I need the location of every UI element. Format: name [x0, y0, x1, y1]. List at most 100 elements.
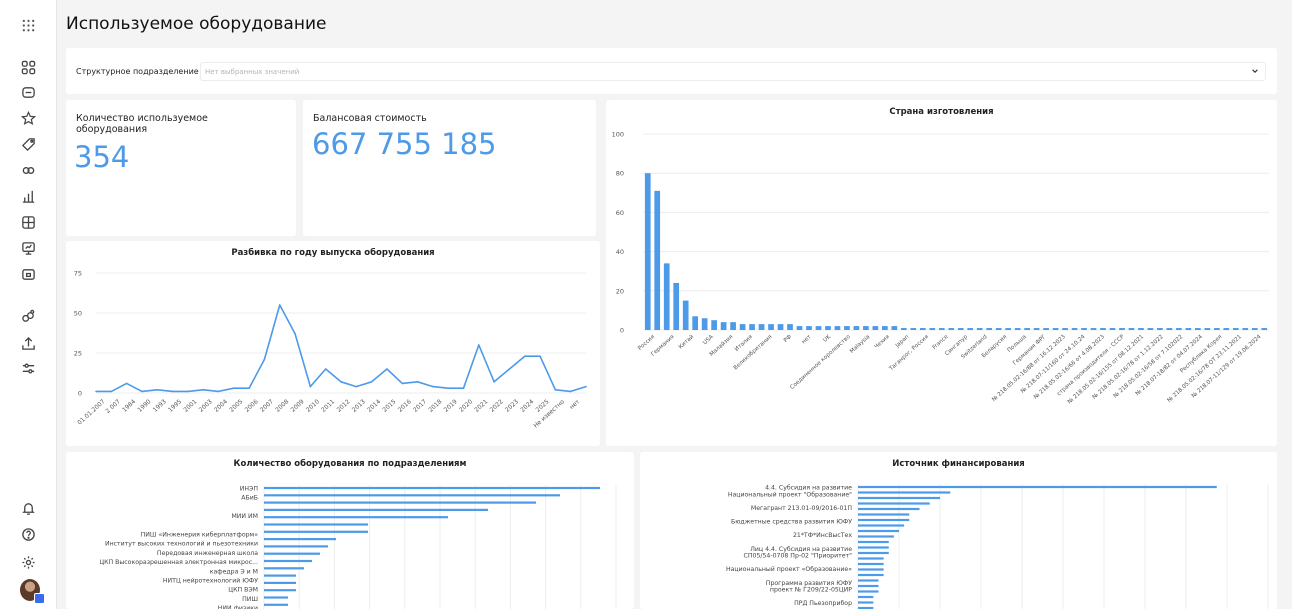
- x-tick-label: Китай: [677, 333, 695, 350]
- folder-icon[interactable]: [18, 264, 38, 284]
- bar: [858, 557, 884, 560]
- bar: [858, 491, 951, 494]
- data-point: [416, 381, 419, 383]
- help-icon[interactable]: [18, 524, 38, 544]
- sidebar: [0, 0, 57, 609]
- chart-icon[interactable]: [18, 186, 38, 206]
- bar: [768, 324, 774, 330]
- x-tick-label: 2018: [427, 398, 443, 414]
- category-label: ПРД Пьезоприбор: [794, 599, 852, 607]
- bar: [929, 328, 936, 330]
- data-point: [554, 389, 557, 391]
- x-tick-label: 2001: [182, 398, 198, 414]
- bar: [1014, 328, 1021, 330]
- x-tick-label: Таганрог, Россия: [888, 334, 930, 373]
- bar: [654, 190, 661, 330]
- settings-sliders-icon[interactable]: [18, 358, 38, 378]
- bar: [796, 326, 803, 330]
- page-title: Используемое оборудование: [66, 14, 327, 34]
- funding-chart: 4.4. Субсидия на развитиеНациональный пр…: [726, 484, 1269, 609]
- bar: [858, 529, 899, 533]
- bar: [858, 573, 884, 577]
- tag-icon[interactable]: [18, 134, 38, 154]
- data-point: [187, 390, 189, 393]
- bell-icon[interactable]: [18, 498, 38, 518]
- bar: [858, 496, 940, 500]
- x-tick-label: нет: [801, 334, 813, 346]
- category-label: АБиБ: [241, 495, 258, 502]
- bar: [858, 502, 930, 505]
- bar: [834, 326, 841, 330]
- bar: [264, 545, 328, 548]
- x-tick-label: Чехия: [874, 334, 891, 350]
- x-tick-label: 01.01.2007: [76, 398, 106, 426]
- bar: [891, 326, 898, 330]
- bar: [1071, 328, 1078, 330]
- bar: [264, 574, 296, 577]
- bar: [858, 535, 894, 538]
- bar: [858, 595, 874, 599]
- category-label: Передовая инженерная школа: [157, 550, 258, 557]
- y-tick-label: 0: [78, 390, 82, 398]
- bar: [749, 324, 755, 330]
- x-tick-label: 2008: [274, 398, 290, 414]
- data-point: [263, 358, 266, 361]
- category-label: Институт высоких технологий и пьезотехни…: [105, 540, 258, 548]
- apps-icon[interactable]: [18, 57, 38, 77]
- bar: [758, 324, 765, 330]
- bar: [264, 516, 448, 519]
- department-select[interactable]: Нет выбранных значений: [200, 62, 1266, 81]
- x-tick-label: 2005: [228, 398, 244, 414]
- bar: [1090, 328, 1097, 330]
- dashboard-icon[interactable]: [18, 82, 38, 102]
- link-icon[interactable]: [18, 160, 38, 180]
- kpi-balance-label: Балансовая стоимость: [313, 113, 427, 124]
- bar: [995, 328, 1002, 330]
- bar: [844, 326, 850, 330]
- x-tick-label: Соединенное королевство: [789, 334, 852, 391]
- data-point: [324, 368, 327, 370]
- bar: [1005, 328, 1012, 330]
- bar: [858, 540, 889, 544]
- data-point: [523, 355, 526, 357]
- bar: [858, 546, 889, 549]
- grid-icon[interactable]: [18, 15, 38, 35]
- x-tick-label: 2013: [351, 398, 367, 414]
- x-tick-label: 2014: [366, 398, 382, 414]
- bar: [264, 538, 336, 541]
- bar: [1232, 328, 1239, 330]
- data-point: [585, 385, 587, 388]
- x-tick-label: UK: [822, 334, 832, 344]
- x-tick-label: № 218.05.02-16/78 от 1.12.2022: [1092, 334, 1165, 401]
- bar: [1242, 328, 1249, 330]
- bar: [858, 524, 905, 527]
- bar: [882, 326, 888, 330]
- bar: [948, 328, 955, 330]
- data-point: [110, 390, 113, 393]
- y-tick-label: 40: [616, 248, 624, 256]
- presentation-icon[interactable]: [18, 238, 38, 258]
- x-tick-label: Россия: [637, 334, 656, 352]
- bar: [858, 551, 889, 555]
- bar: [1157, 328, 1163, 330]
- country-chart: 020406080100РоссияГермания Китай USAМалайз…: [612, 131, 1269, 405]
- category-label: МИИ ИМ: [231, 513, 258, 520]
- connection-icon[interactable]: [18, 306, 38, 326]
- bar: [858, 518, 910, 522]
- upload-icon[interactable]: [18, 333, 38, 353]
- bar: [1052, 328, 1059, 330]
- x-tick-label: 2019: [443, 398, 459, 414]
- category-label: Лиц 4.4. Субсидия на развитие: [750, 545, 852, 553]
- bar: [1081, 328, 1087, 330]
- data-point: [278, 304, 281, 306]
- table-icon[interactable]: [18, 212, 38, 232]
- data-point: [386, 368, 388, 370]
- bar: [673, 282, 680, 330]
- bar: [976, 328, 983, 330]
- gear-icon[interactable]: [18, 552, 38, 572]
- x-tick-label: 2020: [458, 398, 474, 414]
- bar: [264, 523, 368, 526]
- star-icon[interactable]: [18, 108, 38, 128]
- bar: [900, 328, 907, 330]
- bar: [858, 579, 879, 582]
